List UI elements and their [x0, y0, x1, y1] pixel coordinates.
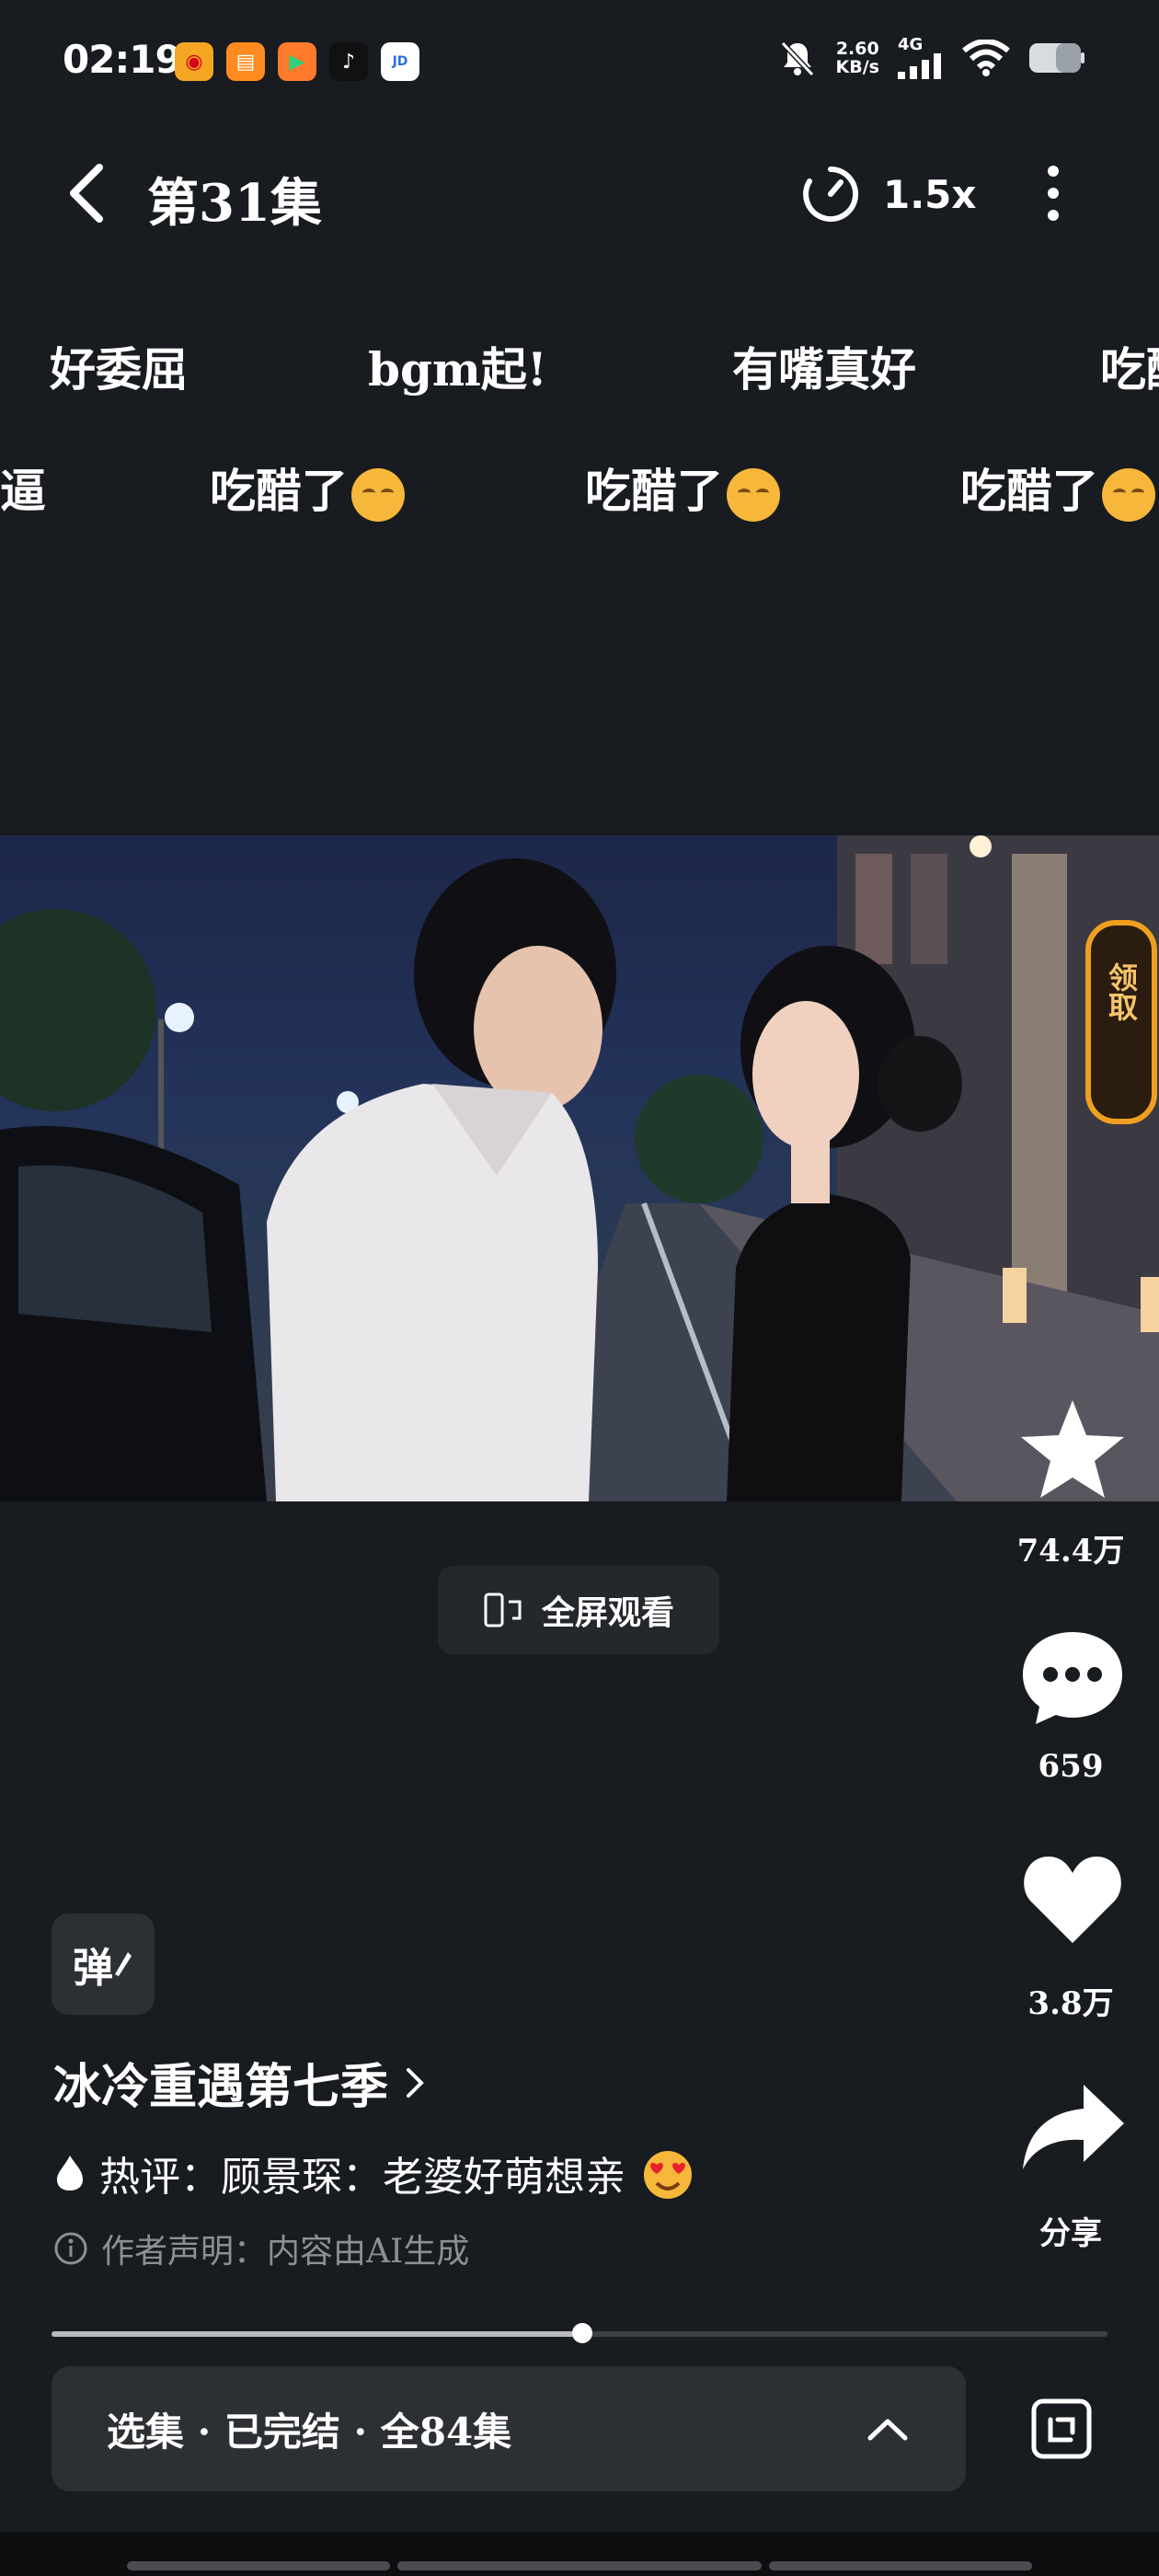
- drama-title: 冰冷重遇第七季: [53, 2059, 389, 2115]
- weibo-icon: ◉: [175, 42, 213, 81]
- danmaku-toggle-button[interactable]: 弹: [52, 1914, 155, 2015]
- orange-app-icon: ▤: [226, 42, 265, 81]
- nav-indicator-right[interactable]: [769, 2561, 1032, 2570]
- rotate-screen-icon: [484, 1593, 522, 1627]
- picture-in-picture-button[interactable]: [1030, 2398, 1093, 2460]
- hot-comment[interactable]: 热评：顾景琛：老婆好萌想亲: [53, 2144, 697, 2202]
- smirk-emoji-icon: [727, 468, 780, 522]
- progress-fill: [52, 2331, 582, 2337]
- share-arrow-button[interactable]: [1019, 2081, 1126, 2173]
- danmaku-comment: 好委屈: [50, 342, 188, 397]
- comment-count: 659: [1038, 1748, 1104, 1785]
- danmaku-text: 吃醋了: [585, 464, 723, 518]
- danmaku-comment: 有嘴真好: [732, 342, 916, 397]
- ai-disclaimer: 作者声明：内容由AI生成: [53, 2225, 469, 2272]
- video-frame-illustration: [0, 835, 1159, 1501]
- danmaku-toggle-label: 弹: [73, 1945, 113, 1992]
- chevron-up-icon: [867, 2419, 908, 2441]
- cell-signal: 4G: [898, 37, 944, 79]
- episode-selector-label: 选集 · 已完结 · 全84集: [107, 2409, 512, 2455]
- fullscreen-label: 全屏观看: [541, 1594, 674, 1632]
- comment-button[interactable]: [1019, 1628, 1126, 1728]
- signal-bars-icon: [898, 53, 941, 79]
- favorite-count: 74.4万: [1016, 1533, 1125, 1570]
- disclaimer-text: 作者声明：内容由AI生成: [101, 2233, 470, 2271]
- nav-indicator-home[interactable]: [397, 2561, 762, 2570]
- video-player[interactable]: [0, 835, 1159, 1501]
- tiktok-icon: ♪: [329, 42, 368, 81]
- speed-label: 1.5x: [883, 171, 977, 217]
- claim-reward-badge[interactable]: 领取: [1085, 920, 1157, 1124]
- status-time: 02:19: [63, 37, 182, 82]
- flame-icon: [57, 2156, 83, 2191]
- net-speed-unit: KB/s: [835, 57, 879, 77]
- danmaku-comment-with-emoji: 吃醋了: [210, 454, 405, 522]
- episode-selector-button[interactable]: 选集 · 已完结 · 全84集: [52, 2366, 966, 2491]
- playback-speed-button[interactable]: 1.5x: [800, 164, 977, 224]
- drama-title-link[interactable]: 冰冷重遇第七季: [53, 2048, 425, 2117]
- like-heart-button[interactable]: [1021, 1851, 1124, 1947]
- network-type: 4G: [898, 35, 924, 54]
- pencil-icon: [115, 1952, 132, 1976]
- notification-app-icons: ◉ ▤ ▶ ♪ JD: [175, 42, 419, 81]
- info-icon: [54, 2232, 87, 2265]
- battery-icon: [1029, 43, 1084, 73]
- back-button[interactable]: [59, 156, 114, 230]
- hot-comment-text: 热评：顾景琛：老婆好萌想亲: [99, 2154, 625, 2201]
- video-app-icon: ▶: [278, 42, 316, 81]
- smirk-emoji-icon: [351, 468, 405, 522]
- danmaku-comment-with-emoji: 吃醋了: [960, 454, 1155, 522]
- danmaku-comment: bgm起!: [368, 342, 547, 397]
- favorite-star-button[interactable]: [1017, 1397, 1128, 1503]
- status-indicators: 2.60 KB/s 4G: [777, 37, 1085, 79]
- share-label: 分享: [1039, 2215, 1102, 2252]
- progress-scrubber[interactable]: [572, 2323, 592, 2343]
- net-speed: 2.60 KB/s: [836, 40, 879, 76]
- fullscreen-watch-button[interactable]: 全屏观看: [438, 1566, 719, 1654]
- danmaku-comment: 逼: [0, 464, 46, 518]
- jd-app-icon: JD: [381, 42, 419, 81]
- timer-icon: [803, 166, 859, 222]
- nav-indicator-left[interactable]: [127, 2561, 390, 2570]
- danmaku-text: 吃醋了: [960, 464, 1098, 518]
- danmaku-comment: 吃醋: [1100, 342, 1159, 397]
- danmaku-comment-with-emoji: 吃醋了: [585, 454, 780, 522]
- net-speed-value: 2.60: [835, 39, 879, 59]
- claim-reward-label: 领取: [1104, 962, 1139, 1021]
- chevron-right-icon: [407, 2067, 424, 2098]
- episode-title: 第31集: [147, 173, 322, 234]
- more-options-button[interactable]: [1039, 164, 1067, 223]
- heart-eyes-emoji-icon: [644, 2151, 692, 2199]
- smirk-emoji-icon: [1102, 468, 1155, 522]
- like-count: 3.8万: [1027, 1985, 1114, 2022]
- wifi-icon: [962, 40, 1010, 76]
- danmaku-text: 吃醋了: [210, 464, 348, 518]
- mute-bell-icon: [780, 40, 814, 77]
